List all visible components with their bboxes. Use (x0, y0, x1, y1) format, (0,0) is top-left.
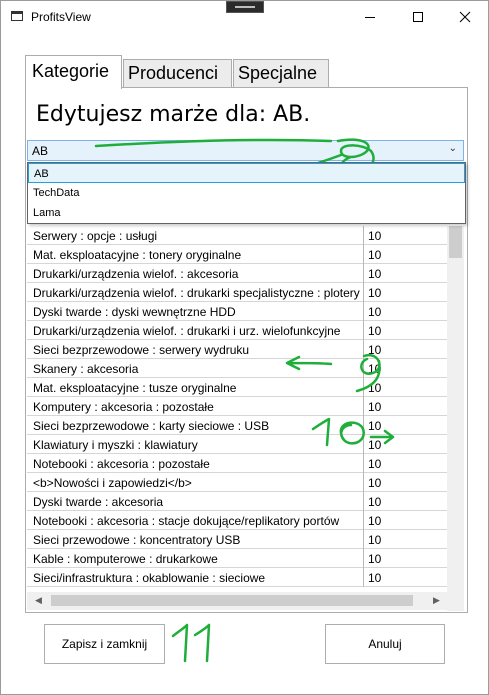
category-cell: Sieci/infrastruktura : okablowanie : sie… (27, 568, 364, 587)
category-cell: Skanery : akcesoria (27, 359, 364, 378)
vertical-scroll-thumb[interactable] (449, 226, 462, 258)
dropdown-option-ab[interactable]: AB (28, 163, 465, 183)
table-row[interactable]: Drukarki/urządzenia wielof. : akcesoria 1… (27, 264, 447, 283)
margin-value-cell[interactable]: 10 (365, 302, 447, 321)
table-row[interactable]: Drukarki/urządzenia wielof. : drukarki i… (27, 321, 447, 340)
annotation-stroke (193, 623, 211, 663)
title-bar[interactable]: ProfitsView (1, 1, 488, 33)
minimize-icon (365, 16, 375, 18)
maximize-button[interactable] (395, 1, 441, 33)
maximize-icon (413, 12, 423, 22)
margin-value-cell[interactable]: 10 (365, 378, 447, 397)
table-row[interactable]: Skanery : akcesoria 10 (27, 359, 447, 378)
category-cell: Klawiatury i myszki : klawiatury (27, 435, 364, 454)
scrollbar-corner (447, 592, 464, 610)
minimize-button[interactable] (347, 1, 393, 33)
margin-value-cell[interactable]: 10 (365, 454, 447, 473)
page-title: Edytujesz marże dla: AB. (36, 102, 311, 127)
category-cell: Sieci bezprzewodowe : serwery wydruku (27, 340, 364, 359)
category-cell: Dyski twarde : dyski wewnętrzne HDD (27, 302, 364, 321)
margin-value-cell[interactable]: 10 (365, 492, 447, 511)
scroll-right-icon[interactable]: ▶ (433, 595, 440, 606)
table-row[interactable]: Dyski twarde : akcesoria 10 (27, 492, 447, 511)
table-row[interactable]: Sieci/infrastruktura : okablowanie : sie… (27, 568, 447, 587)
tab-panel: Edytujesz marże dla: AB. AB ⌄ AB TechDat… (25, 87, 468, 613)
category-cell: Dyski twarde : akcesoria (27, 492, 364, 511)
margin-value-cell[interactable]: 10 (365, 226, 447, 245)
margin-value-cell[interactable]: 10 (365, 435, 447, 454)
combobox-value: AB (32, 144, 49, 158)
tab-specjalne[interactable]: Specjalne (233, 59, 329, 88)
scroll-left-icon[interactable]: ◀ (35, 595, 42, 606)
table-row[interactable]: Sieci przewodowe : koncentratory USB 10 (27, 530, 447, 549)
category-cell: Notebooki : akcesoria : pozostałe (27, 454, 364, 473)
table-row[interactable]: Kable : komputerowe : drukarkowe 10 (27, 549, 447, 568)
category-cell: Drukarki/urządzenia wielof. : akcesoria (27, 264, 364, 283)
table-row[interactable]: Sieci bezprzewodowe : karty sieciowe : U… (27, 416, 447, 435)
margin-value-cell[interactable]: 10 (365, 264, 447, 283)
category-cell: Drukarki/urządzenia wielof. : drukarki s… (27, 283, 364, 302)
window-icon (11, 11, 23, 21)
margin-value-cell[interactable]: 10 (365, 340, 447, 359)
vertical-scrollbar[interactable]: ▼ (447, 226, 464, 611)
table-row[interactable]: Komputery : akcesoria : pozostałe 10 (27, 397, 447, 416)
dropdown-option-lama[interactable]: Lama (28, 203, 465, 223)
table-row[interactable]: Serwery : opcje : usługi 10 (27, 226, 447, 245)
category-cell: Mat. eksploatacyjne : tusze oryginalne (27, 378, 364, 397)
table-row[interactable]: Klawiatury i myszki : klawiatury 10 (27, 435, 447, 454)
category-cell: Komputery : akcesoria : pozostałe (27, 397, 364, 416)
margin-value-cell[interactable]: 10 (365, 359, 447, 378)
annotation-stroke (171, 623, 189, 663)
margin-value-cell[interactable]: 10 (365, 245, 447, 264)
margin-value-cell[interactable]: 10 (365, 549, 447, 568)
table-row[interactable]: <b>Nowości i zapowiedzi</b> 10 (27, 473, 447, 492)
margin-value-cell[interactable]: 10 (365, 321, 447, 340)
margin-value-cell[interactable]: 10 (365, 511, 447, 530)
category-cell: Sieci przewodowe : koncentratory USB (27, 530, 364, 549)
category-cell: Mat. eksploatacyjne : tonery oryginalne (27, 245, 364, 264)
table-row[interactable]: Mat. eksploatacyjne : tonery oryginalne 1… (27, 245, 447, 264)
combobox-dropdown: AB TechData Lama (27, 162, 466, 224)
margin-value-cell[interactable]: 10 (365, 568, 447, 587)
dropdown-option-techdata[interactable]: TechData (28, 183, 465, 203)
margin-value-cell[interactable]: 10 (365, 530, 447, 549)
category-cell: Kable : komputerowe : drukarkowe (27, 549, 364, 568)
save-and-close-button[interactable]: Zapisz i zamknij (44, 624, 165, 664)
category-cell: <b>Nowości i zapowiedzi</b> (27, 473, 364, 492)
table-row[interactable]: Notebooki : akcesoria : pozostałe 10 (27, 454, 447, 473)
tab-kategorie[interactable]: Kategorie (25, 55, 122, 89)
table-row[interactable]: Dyski twarde : dyski wewnętrzne HDD 10 (27, 302, 447, 321)
cancel-button[interactable]: Anuluj (325, 624, 445, 664)
table-row[interactable]: Drukarki/urządzenia wielof. : drukarki s… (27, 283, 447, 302)
chevron-down-icon[interactable]: ⌄ (449, 143, 457, 154)
category-cell: Serwery : opcje : usługi (27, 226, 364, 245)
close-icon (459, 11, 471, 23)
margin-value-cell[interactable]: 10 (365, 473, 447, 492)
margins-grid: Serwery : opcje : usługi 10 Mat. eksploata… (27, 226, 466, 611)
category-cell: Drukarki/urządzenia wielof. : drukarki i… (27, 321, 364, 340)
category-cell: Notebooki : akcesoria : stacje dokujące/… (27, 511, 364, 530)
margin-value-cell[interactable]: 10 (365, 283, 447, 302)
app-window: ProfitsView Kategorie Producenci Specjal… (0, 0, 489, 695)
supplier-combobox[interactable]: AB ⌄ (27, 140, 464, 161)
margin-value-cell[interactable]: 10 (365, 416, 447, 435)
close-button[interactable] (442, 1, 488, 33)
table-row[interactable]: Notebooki : akcesoria : stacje dokujące/… (27, 511, 447, 530)
horizontal-scrollbar[interactable]: ◀ ▶ (27, 592, 447, 610)
window-title: ProfitsView (31, 10, 91, 24)
horizontal-scroll-thumb[interactable] (51, 595, 413, 606)
table-row[interactable]: Sieci bezprzewodowe : serwery wydruku 10 (27, 340, 447, 359)
tab-producenci[interactable]: Producenci (123, 59, 232, 88)
category-cell: Sieci bezprzewodowe : karty sieciowe : U… (27, 416, 364, 435)
table-row[interactable]: Mat. eksploatacyjne : tusze oryginalne 10 (27, 378, 447, 397)
margin-value-cell[interactable]: 10 (365, 397, 447, 416)
